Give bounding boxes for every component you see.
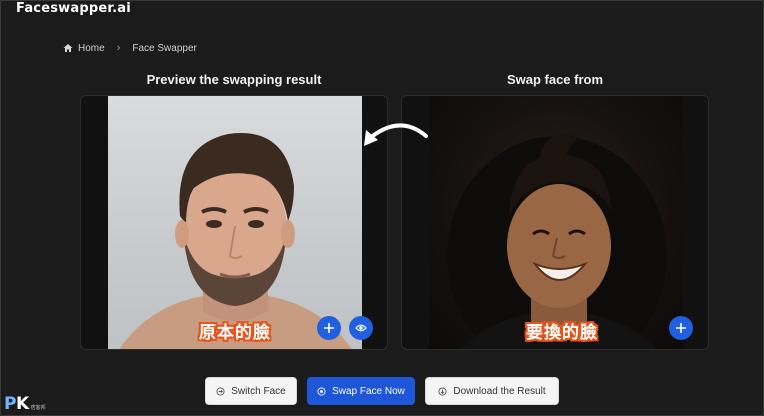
watermark-k: K — [15, 394, 29, 414]
swap-face-now-button[interactable]: Swap Face Now — [307, 377, 415, 405]
eye-icon — [355, 324, 367, 332]
action-bar: Switch Face Swap Face Now Download the R… — [0, 377, 764, 405]
preview-title: Preview the swapping result — [146, 72, 322, 87]
curved-arrow-icon — [360, 116, 430, 155]
source-title: Swap face from — [506, 72, 604, 87]
brand-logo[interactable]: Faceswapper.ai — [10, 1, 137, 16]
download-icon — [438, 386, 447, 396]
source-image — [429, 96, 683, 349]
switch-face-button[interactable]: Switch Face — [205, 377, 297, 405]
source-caption: 要換的臉 — [526, 323, 598, 343]
view-preview-button[interactable] — [349, 316, 373, 340]
breadcrumb-home[interactable]: Home — [63, 43, 105, 54]
plus-icon — [324, 323, 334, 333]
breadcrumb-current: Face Swapper — [132, 42, 197, 54]
switch-face-label: Switch Face — [231, 385, 286, 397]
pk-watermark-logo: PK 痞客邦 — [4, 394, 46, 414]
breadcrumb-home-label: Home — [78, 42, 105, 54]
add-source-button[interactable] — [669, 316, 693, 340]
source-panel: 要換的臉 — [401, 95, 709, 350]
download-result-button[interactable]: Download the Result — [425, 377, 559, 405]
preview-panel: 原本的臉 — [80, 95, 388, 350]
download-result-label: Download the Result — [453, 385, 546, 397]
plus-icon — [676, 323, 686, 333]
swap-face-now-label: Swap Face Now — [332, 385, 405, 397]
home-icon — [63, 43, 73, 53]
watermark-sub: 痞客邦 — [30, 405, 46, 411]
switch-icon — [216, 386, 225, 396]
breadcrumb: Home › Face Swapper — [63, 42, 197, 54]
watermark-p: P — [4, 394, 16, 414]
add-preview-button[interactable] — [317, 316, 341, 340]
preview-image — [108, 96, 362, 349]
swap-icon — [317, 386, 326, 396]
chevron-right-icon: › — [116, 42, 121, 54]
preview-caption: 原本的臉 — [199, 323, 271, 343]
